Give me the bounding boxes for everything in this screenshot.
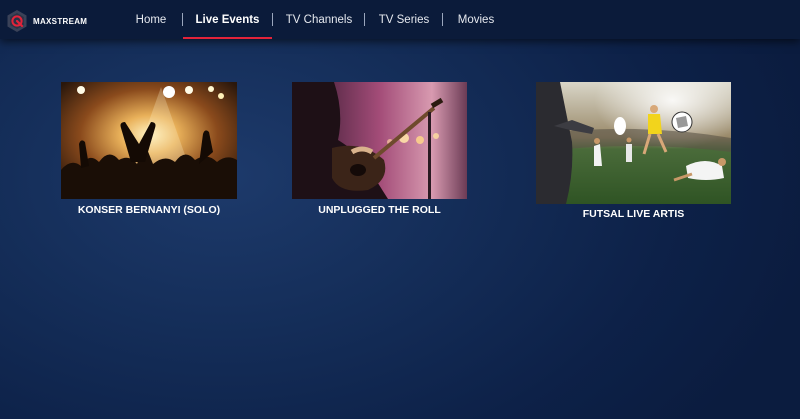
main-navigation: Home Live Events TV Channels TV Series M…	[0, 0, 800, 39]
event-thumbnail-concert[interactable]	[61, 82, 237, 199]
concert-image	[61, 82, 237, 199]
event-thumbnail-unplugged[interactable]	[292, 82, 467, 199]
event-card-futsal[interactable]: FUTSAL LIVE ARTIS	[536, 82, 731, 224]
top-navigation-bar: MAXSTREAM Home Live Events TV Channels T…	[0, 0, 800, 39]
nav-tab-movies[interactable]: Movies	[452, 0, 500, 39]
nav-tab-live-events[interactable]: Live Events	[183, 0, 272, 39]
event-title[interactable]: KONSER BERNANYI (SOLO)	[41, 204, 257, 216]
nav-tab-tv-series[interactable]: TV Series	[374, 0, 434, 39]
nav-separator	[272, 13, 273, 26]
futsal-image	[536, 82, 731, 204]
event-card-konser[interactable]: KONSER BERNANYI (SOLO)	[61, 82, 237, 222]
event-card-unplugged[interactable]: UNPLUGGED THE ROLL	[292, 82, 467, 222]
nav-tab-tv-channels[interactable]: TV Channels	[282, 0, 356, 39]
event-thumbnail-futsal[interactable]	[536, 82, 731, 204]
event-title[interactable]: UNPLUGGED THE ROLL	[272, 204, 487, 216]
nav-separator	[442, 13, 443, 26]
unplugged-image	[292, 82, 467, 199]
nav-tab-home[interactable]: Home	[130, 0, 172, 39]
event-title[interactable]: FUTSAL LIVE ARTIS	[526, 208, 741, 220]
nav-separator	[364, 13, 365, 26]
